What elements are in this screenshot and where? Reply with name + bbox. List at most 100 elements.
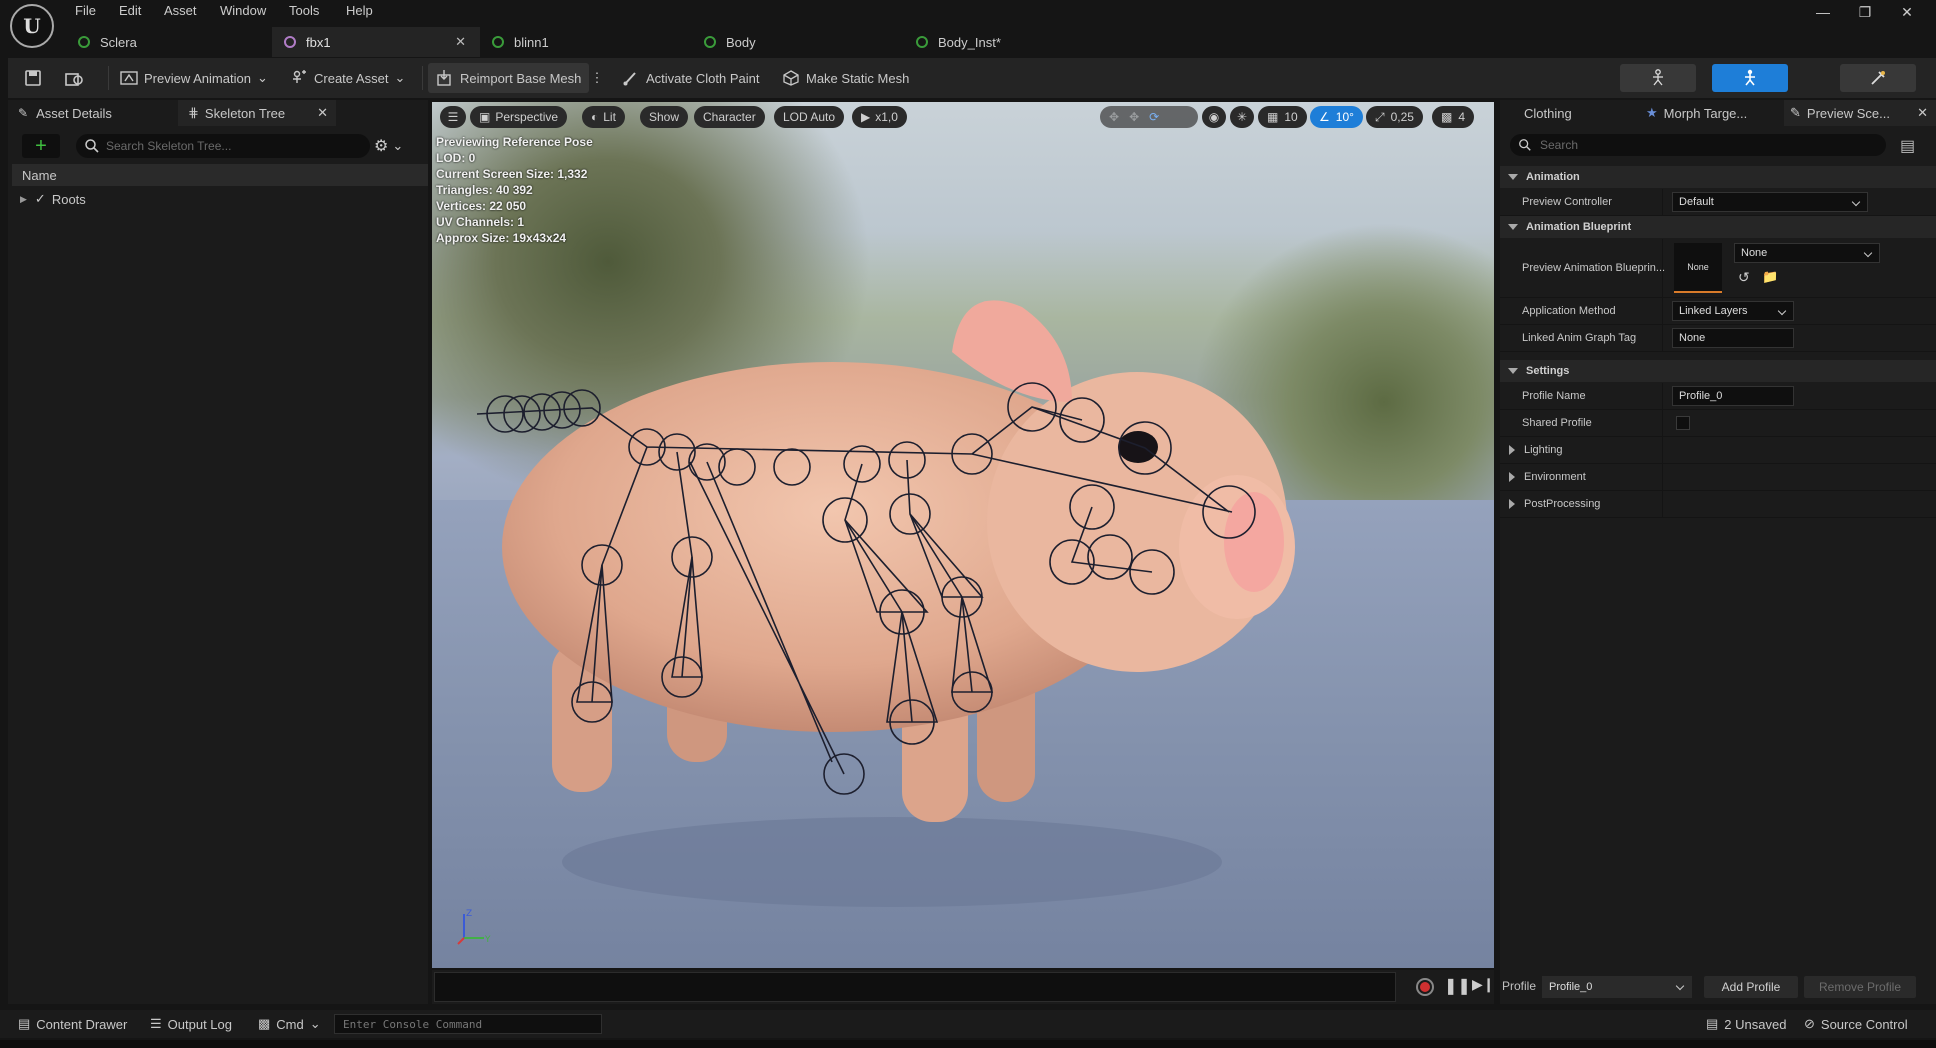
column-divider [1662,383,1663,409]
section-animation-blueprint[interactable]: Animation Blueprint [1500,216,1936,238]
tab-clothing[interactable]: Clothing [1524,100,1572,126]
show-button[interactable]: Show [640,106,689,128]
output-log-button[interactable]: ☰ Output Log [150,1010,232,1038]
settings-dropdown[interactable]: ⚙ ⌄ [374,134,403,158]
create-asset-button[interactable]: Create Asset ⌄ [290,58,405,98]
source-control-button[interactable]: ⊘ Source Control [1804,1010,1908,1038]
activate-cloth-paint-button[interactable]: Activate Cloth Paint [622,58,759,98]
row-lighting[interactable]: Lighting [1500,437,1936,464]
rotate-icon: ⟳ [1149,110,1160,124]
timeline-scrubber[interactable] [434,972,1396,1002]
close-tab-icon[interactable]: ✕ [455,34,466,50]
record-button[interactable] [1416,978,1434,996]
close-window-icon[interactable]: ✕ [1892,4,1922,21]
stat-line: UV Channels: 1 [436,215,525,229]
console-input[interactable]: Enter Console Command [334,1014,602,1034]
camera-speed-button[interactable]: ▩ 4 [1432,106,1475,128]
skeleton-mode-button[interactable] [1620,64,1696,92]
make-static-mesh-button[interactable]: Make Static Mesh [782,58,909,98]
preview-controller-select[interactable]: Default [1672,192,1868,212]
row-postprocessing[interactable]: PostProcessing [1500,491,1936,518]
tab-asset-details[interactable]: ✎ Asset Details [18,100,178,126]
menu-asset[interactable]: Asset [164,3,197,18]
expand-arrow-icon[interactable]: ▶ [20,194,27,205]
profile-name-input[interactable]: Profile_0 [1672,386,1794,406]
browse-icon[interactable]: 📁 [1762,269,1778,285]
mesh-mode-button[interactable] [1712,64,1788,92]
physics-mode-button[interactable] [1840,64,1916,92]
scale-snap-button[interactable]: ⤢ 0,25 [1366,106,1423,128]
menu-tools[interactable]: Tools [289,3,319,18]
tree-row-roots[interactable]: ▶ ✓ Roots [12,188,86,210]
unreal-logo-icon[interactable]: U [10,4,54,48]
tab-morph-targets[interactable]: ★ Morph Targe... [1646,100,1747,126]
rotation-snap-button[interactable]: ∠ 10° [1310,106,1363,128]
details-search-input[interactable]: Search [1510,134,1886,156]
lod-button[interactable]: LOD Auto [774,106,845,128]
doc-tab-body-inst[interactable]: Body_Inst* [904,27,1116,57]
doc-tab-label: Sclera [100,34,137,50]
menu-file[interactable]: File [75,3,96,18]
3d-viewport[interactable]: ☰ ▣ Perspective ◐ Lit Show Character LOD A… [432,102,1494,968]
character-button[interactable]: Character [694,106,765,128]
browse-asset-icon[interactable] [64,58,84,98]
minimize-icon[interactable]: — [1808,4,1838,20]
lit-label: Lit [603,110,616,124]
pause-icon[interactable]: ❚❚ [1444,976,1471,996]
column-divider [1662,410,1663,436]
section-animation[interactable]: Animation [1500,166,1936,188]
close-tab-icon[interactable]: ✕ [1917,105,1928,121]
menu-window[interactable]: Window [220,3,266,18]
world-local-icon[interactable]: ◉ [1202,106,1226,128]
add-bone-button[interactable]: + [22,134,60,158]
camera-speed-value: 4 [1458,110,1466,124]
application-method-select[interactable]: Linked Layers [1672,301,1794,321]
content-drawer-button[interactable]: ▤ Content Drawer [18,1010,127,1038]
blueprint-thumbnail[interactable]: None [1674,243,1722,293]
skeleton-search-input[interactable]: Search Skeleton Tree... [76,134,370,158]
property-matrix-icon[interactable]: ▤ [1900,136,1915,156]
transform-tools-group[interactable]: ✥ ✥ ⟳ [1100,106,1198,128]
linked-anim-graph-tag-input[interactable]: None [1672,328,1794,348]
preview-scene-panel: Clothing ★ Morph Targe... ✎ Preview Sce...… [1500,100,1936,1004]
save-icon[interactable] [24,58,42,98]
menu-edit[interactable]: Edit [119,3,141,18]
preview-animation-button[interactable]: Preview Animation ⌄ [120,58,268,98]
more-options-icon[interactable]: ⋮ [588,58,606,98]
preview-blueprint-select[interactable]: None [1734,243,1880,263]
reimport-base-mesh-button[interactable]: Reimport Base Mesh [428,63,590,93]
toolbar: Preview Animation ⌄ Create Asset ⌄ Reimp… [8,58,1936,98]
cmd-dropdown[interactable]: ▩ Cmd ⌄ [258,1010,321,1038]
row-environment[interactable]: Environment [1500,464,1936,491]
shared-profile-checkbox[interactable] [1676,416,1690,430]
name-column-header[interactable]: Name [12,164,428,186]
category-label: Lighting [1524,444,1563,456]
profile-select[interactable]: Profile_0 [1542,976,1692,998]
playback-speed-button[interactable]: ▶ x1,0 [852,106,907,128]
restore-icon[interactable]: ❐ [1850,4,1880,21]
grid-snap-button[interactable]: ▦ 10 [1258,106,1307,128]
menu-help[interactable]: Help [346,3,373,18]
tab-preview-scene[interactable]: ✎ Preview Sce... ✕ [1784,100,1936,126]
step-forward-icon[interactable]: ▶❙ [1472,976,1495,993]
lit-button[interactable]: ◐ Lit [582,106,625,128]
section-settings[interactable]: Settings [1500,360,1936,382]
doc-tab-sclera[interactable]: Sclera [66,27,272,57]
surface-snap-icon[interactable]: ✳ [1230,106,1254,128]
doc-tab-body[interactable]: Body [692,27,904,57]
viewport-menu-button[interactable]: ☰ [440,106,466,128]
animation-timeline: ❚❚ ▶❙ [432,970,1495,1004]
use-selected-icon[interactable]: ↺ [1738,269,1750,286]
close-tab-icon[interactable]: ✕ [317,105,328,121]
column-divider [1662,239,1663,297]
unsaved-button[interactable]: ▤ 2 Unsaved [1706,1010,1786,1038]
remove-profile-button[interactable]: Remove Profile [1804,976,1916,998]
perspective-button[interactable]: ▣ Perspective [470,106,568,128]
doc-tab-fbx1[interactable]: fbx1 ✕ [272,27,480,57]
add-profile-button[interactable]: Add Profile [1704,976,1798,998]
tab-label: Preview Sce... [1806,105,1890,121]
tab-skeleton-tree[interactable]: ⋕ Skeleton Tree ✕ [178,100,336,126]
collapse-arrow-icon [1508,368,1518,374]
chevron-down-icon: ⌄ [309,1016,321,1031]
doc-tab-blinn1[interactable]: blinn1 [480,27,692,57]
